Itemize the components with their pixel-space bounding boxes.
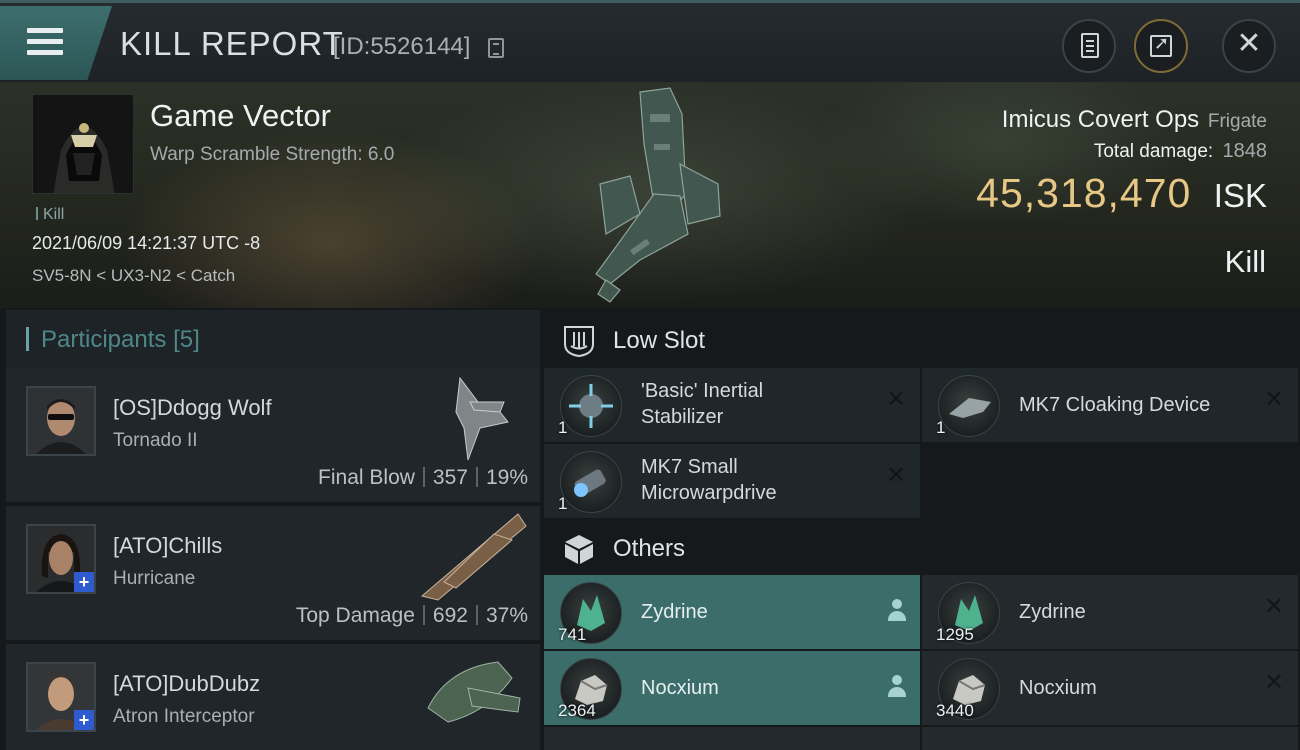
item-quantity: 3440 bbox=[936, 701, 974, 720]
total-damage-label: Total damage: bbox=[1093, 141, 1214, 162]
victim-name[interactable]: Game Vector bbox=[150, 98, 331, 134]
item-quantity: 2364 bbox=[558, 701, 596, 720]
participant-ship-image bbox=[455, 376, 509, 461]
victim-portrait[interactable] bbox=[32, 94, 134, 194]
person-icon bbox=[888, 599, 906, 621]
participant-stats: Final Blow 357 19% bbox=[318, 466, 528, 490]
participant-stats: Top Damage 692 37% bbox=[296, 604, 528, 628]
inertial-stabilizer-icon bbox=[560, 375, 622, 437]
page-title: KILL REPORT bbox=[120, 25, 344, 62]
plus-icon: + bbox=[74, 710, 94, 730]
avatar[interactable]: + bbox=[26, 524, 96, 594]
hamburger-icon bbox=[27, 28, 63, 61]
item-name: Nocxium bbox=[641, 677, 719, 699]
item-quantity: 1 bbox=[558, 494, 568, 513]
top-bar: KILL REPORT [ID:5526144] ✕ bbox=[0, 0, 1300, 82]
microwarpdrive-icon bbox=[560, 451, 622, 513]
kill-tag: Kill bbox=[36, 206, 64, 224]
avatar[interactable]: + bbox=[26, 662, 96, 732]
destroyed-x-icon: ✕ bbox=[885, 386, 907, 413]
low-slot-header: Low Slot bbox=[542, 312, 1300, 368]
total-damage-value: 1848 bbox=[1222, 140, 1268, 162]
item-quantity: 1 bbox=[936, 418, 946, 437]
copy-icon[interactable] bbox=[488, 38, 504, 58]
others-header: Others bbox=[542, 520, 1300, 576]
victim-subtitle: Warp Scramble Strength: 6.0 bbox=[150, 144, 395, 165]
participant-row[interactable]: [OS]Ddogg Wolf Tornado II Final Blow 357 1… bbox=[6, 368, 540, 502]
victim-ship-image bbox=[595, 87, 721, 303]
low-slot-icon bbox=[564, 326, 594, 358]
clipboard-icon bbox=[1081, 33, 1099, 58]
participant-percent: 37% bbox=[485, 604, 528, 627]
clipboard-button[interactable] bbox=[1062, 19, 1116, 73]
destroyed-x-icon: ✕ bbox=[1263, 386, 1285, 413]
destroyed-x-icon: ✕ bbox=[1263, 669, 1285, 696]
item-name: MK7 Small Microwarpdrive bbox=[641, 456, 777, 504]
item-cell[interactable]: 1295 Zydrine ✕ bbox=[922, 575, 1298, 649]
item-cell[interactable]: 2364 Nocxium bbox=[544, 651, 920, 725]
participant-ship-image bbox=[420, 513, 527, 601]
item-quantity: 1 bbox=[558, 418, 568, 437]
participant-row[interactable]: + [ATO]Chills Hurricane Top Damage 692 37% bbox=[6, 506, 540, 640]
close-button[interactable]: ✕ bbox=[1222, 19, 1276, 73]
share-button[interactable] bbox=[1134, 19, 1188, 73]
item-cell[interactable] bbox=[922, 727, 1298, 750]
item-quantity: 1295 bbox=[936, 625, 974, 644]
item-name: 'Basic' Inertial Stabilizer bbox=[641, 380, 764, 428]
ship-class: Frigate bbox=[1207, 111, 1267, 132]
avatar[interactable] bbox=[26, 386, 96, 456]
participants-count: [5] bbox=[173, 326, 200, 353]
participant-ship: Tornado II bbox=[113, 430, 198, 451]
share-icon bbox=[1150, 33, 1172, 57]
participants-header: Participants [5] bbox=[6, 310, 540, 368]
item-name: Zydrine bbox=[641, 601, 708, 623]
cargo-box-icon bbox=[565, 535, 593, 564]
item-cell[interactable]: 3440 Nocxium ✕ bbox=[922, 651, 1298, 725]
isk-unit: ISK bbox=[1213, 177, 1267, 214]
item-cell[interactable]: 1 'Basic' Inertial Stabilizer ✕ bbox=[544, 368, 920, 442]
participant-percent: 19% bbox=[485, 466, 528, 489]
destroyed-x-icon: ✕ bbox=[1263, 593, 1285, 620]
participant-name: [ATO]DubDubz bbox=[113, 671, 261, 696]
participant-name: [OS]Ddogg Wolf bbox=[113, 395, 272, 420]
kill-summary-banner: Game Vector Warp Scramble Strength: 6.0 … bbox=[0, 82, 1300, 308]
participant-role: Final Blow bbox=[318, 466, 415, 489]
item-cell[interactable]: 741 Zydrine bbox=[544, 575, 920, 649]
item-name: Zydrine bbox=[1019, 601, 1086, 623]
plus-icon: + bbox=[74, 572, 94, 592]
participant-ship: Atron Interceptor bbox=[113, 706, 255, 727]
isk-loss: 45,318,470 ISK bbox=[976, 170, 1267, 217]
participants-panel: Participants [5] [OS]Ddogg Wolf Tornado … bbox=[0, 308, 542, 750]
participants-title: Participants [5] bbox=[41, 326, 200, 353]
item-cell[interactable]: 1 MK7 Small Microwarpdrive ✕ bbox=[544, 444, 920, 518]
others-title: Others bbox=[613, 535, 686, 562]
ship-name-line: Imicus Covert Ops Frigate bbox=[1002, 106, 1267, 134]
participant-name: [ATO]Chills bbox=[113, 533, 223, 558]
kill-id: [ID:5526144] bbox=[333, 33, 471, 60]
isk-value: 45,318,470 bbox=[976, 170, 1192, 216]
participant-row[interactable]: + [ATO]DubDubz Atron Interceptor bbox=[6, 644, 540, 750]
items-panel: Low Slot 1 'Basic' Inertial Stabilizer ✕… bbox=[542, 308, 1300, 750]
item-quantity: 741 bbox=[558, 625, 587, 644]
destroyed-x-icon: ✕ bbox=[885, 462, 907, 489]
participant-ship: Hurricane bbox=[113, 568, 196, 589]
participant-damage: 692 bbox=[432, 604, 468, 627]
total-damage: Total damage: 1848 bbox=[1094, 140, 1267, 163]
participant-ship-image bbox=[427, 661, 521, 723]
item-name: MK7 Cloaking Device bbox=[1019, 394, 1211, 416]
kill-location: SV5-8N < UX3-N2 < Catch bbox=[32, 266, 236, 285]
item-cell[interactable] bbox=[544, 727, 920, 750]
item-cell[interactable]: 1 MK7 Cloaking Device ✕ bbox=[922, 368, 1298, 442]
participant-damage: 357 bbox=[432, 466, 468, 489]
item-name: Nocxium bbox=[1019, 677, 1097, 699]
kill-timestamp: 2021/06/09 14:21:37 UTC -8 bbox=[32, 233, 261, 253]
person-icon bbox=[888, 675, 906, 697]
low-slot-title: Low Slot bbox=[613, 327, 706, 354]
menu-button[interactable] bbox=[0, 6, 112, 80]
participant-role: Top Damage bbox=[295, 604, 415, 627]
cloaking-device-icon bbox=[938, 375, 1000, 437]
ship-name[interactable]: Imicus Covert Ops bbox=[1002, 106, 1199, 133]
result-label: Kill bbox=[1224, 244, 1266, 279]
close-icon: ✕ bbox=[1236, 27, 1262, 60]
